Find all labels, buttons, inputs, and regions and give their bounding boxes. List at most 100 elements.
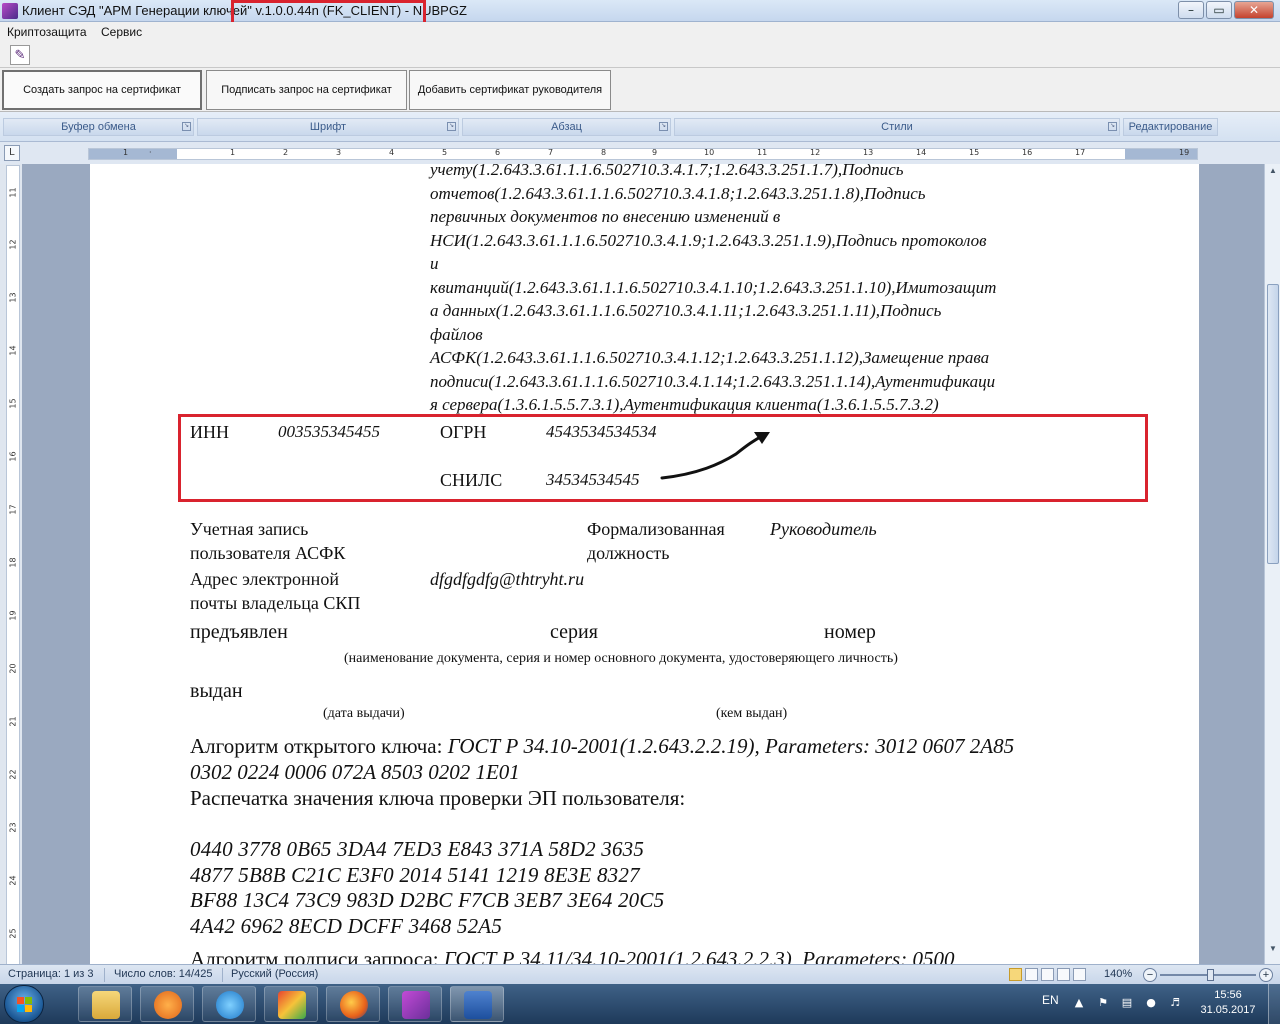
ruler-number: 13 — [863, 148, 874, 157]
page-status[interactable]: Страница: 1 из 3 — [8, 968, 94, 980]
fullscreen-view-icon[interactable] — [1025, 968, 1038, 981]
ribbon-group-styles[interactable]: Стили ↘ — [674, 118, 1120, 136]
ruler-number: 6 — [495, 148, 501, 157]
status-bar: Страница: 1 из 3 Число слов: 14/425 Русс… — [0, 964, 1280, 984]
window-controls: – ▭ ✕ — [1178, 1, 1274, 19]
email-label-line1: Адрес электронной — [190, 569, 339, 589]
text-line: учету(1.2.643.3.61.1.1.6.502710.3.4.1.7;… — [430, 164, 904, 179]
network-icon[interactable]: ▤ — [1120, 996, 1134, 1010]
taskbar-ie[interactable] — [202, 986, 256, 1022]
ribbon-group-label: Буфер обмена — [61, 121, 136, 133]
input-language[interactable]: EN — [1042, 993, 1059, 1007]
media-player-icon — [154, 991, 182, 1019]
ribbon-group-label: Абзац — [551, 121, 582, 133]
scroll-up-icon[interactable]: ▲ — [1267, 166, 1279, 178]
zoom-slider-thumb[interactable] — [1207, 969, 1214, 981]
print-layout-view-icon[interactable] — [1009, 968, 1022, 981]
create-request-button[interactable]: Создать запрос на сертификат — [2, 70, 202, 110]
zoom-out-icon[interactable]: − — [1143, 968, 1157, 982]
outline-view-icon[interactable] — [1057, 968, 1070, 981]
minimize-button[interactable]: – — [1178, 1, 1204, 19]
ruler-number: 24 — [8, 875, 18, 886]
ruler-number: 2 — [283, 148, 289, 157]
windows-logo-icon — [17, 997, 33, 1013]
dialog-launcher-icon[interactable]: ↘ — [447, 122, 456, 131]
book-icon[interactable]: ✎ — [10, 45, 30, 65]
ribbon-group-font[interactable]: Шрифт ↘ — [197, 118, 459, 136]
menu-item-crypto[interactable]: Криптозащита — [7, 25, 87, 39]
ruler-number: 16 — [1022, 148, 1033, 157]
web-layout-view-icon[interactable] — [1041, 968, 1054, 981]
account-label-line1: Учетная запись — [190, 519, 309, 539]
taskbar-media-player[interactable] — [140, 986, 194, 1022]
taskbar-word[interactable] — [450, 986, 504, 1022]
window-title-prefix: Клиент СЭД "АРМ Генерации ключей" — [22, 3, 252, 18]
ogrn-label: ОГРН — [440, 422, 487, 442]
ruler-number: 22 — [8, 769, 18, 780]
tab-selector[interactable]: L — [4, 145, 20, 161]
sign-request-button[interactable]: Подписать запрос на сертификат — [206, 70, 407, 110]
clock[interactable]: 15:56 31.05.2017 — [1196, 988, 1260, 1018]
ruler-number: 10 — [704, 148, 715, 157]
position-label-line1: Формализованная — [587, 519, 725, 539]
text-line: подписи(1.2.643.3.61.1.1.6.502710.3.4.1.… — [430, 371, 996, 391]
horizontal-ruler[interactable]: 1 · 1 2 3 4 5 6 7 8 9 10 11 12 13 14 15 … — [88, 148, 1198, 160]
snils-value: 34534534545 — [546, 470, 640, 489]
text-line: и — [430, 254, 439, 273]
dialog-launcher-icon[interactable]: ↘ — [659, 122, 668, 131]
taskbar: EN ▲ ⚑ ▤ ● ♬ 15:56 31.05.2017 — [0, 984, 1280, 1024]
taskbar-explorer[interactable] — [78, 986, 132, 1022]
tray-expand-icon[interactable]: ▲ — [1072, 996, 1086, 1010]
ogrn-value: 4543534534534 — [546, 422, 657, 441]
ruler-number: 18 — [8, 557, 18, 568]
clock-time: 15:56 — [1214, 989, 1242, 1001]
taskbar-firefox[interactable] — [326, 986, 380, 1022]
ruler-number: 9 — [652, 148, 658, 157]
volume-icon[interactable]: ♬ — [1168, 996, 1182, 1010]
vertical-scrollbar[interactable]: ▲ ▼ — [1264, 164, 1280, 964]
ribbon-group-clipboard[interactable]: Буфер обмена ↘ — [3, 118, 194, 136]
series-label: серия — [550, 621, 598, 643]
document-page[interactable]: учету(1.2.643.3.61.1.1.6.502710.3.4.1.7;… — [90, 164, 1199, 964]
close-button[interactable]: ✕ — [1234, 1, 1274, 19]
command-toolbar: Создать запрос на сертификат Подписать з… — [0, 68, 1280, 112]
email-value: dfgdfgdfg@thtryht.ru — [430, 569, 585, 589]
snils-label: СНИЛС — [440, 470, 503, 490]
restore-button[interactable]: ▭ — [1206, 1, 1232, 19]
zoom-level[interactable]: 140% — [1104, 968, 1132, 980]
dialog-launcher-icon[interactable]: ↘ — [1108, 122, 1117, 131]
language-status[interactable]: Русский (Россия) — [231, 968, 318, 980]
scrollbar-thumb[interactable] — [1267, 284, 1279, 564]
taskbar-app-tools[interactable] — [264, 986, 318, 1022]
ribbon-group-paragraph[interactable]: Абзац ↘ — [462, 118, 671, 136]
inn-value: 003535345455 — [278, 422, 380, 441]
ruler-number: 16 — [8, 451, 18, 462]
zoom-in-icon[interactable]: + — [1259, 968, 1273, 982]
position-value: Руководитель — [770, 519, 877, 539]
ruler-number: 5 — [442, 148, 448, 157]
folder-icon — [92, 991, 120, 1019]
draft-view-icon[interactable] — [1073, 968, 1086, 981]
internet-explorer-icon — [216, 991, 244, 1019]
sign-algorithm-label: Алгоритм подписи запроса: — [190, 947, 444, 964]
show-desktop-button[interactable] — [1268, 984, 1280, 1024]
ruler-number: 15 — [969, 148, 980, 157]
flag-icon[interactable]: ⚑ — [1096, 996, 1110, 1010]
taskbar-keygen-app[interactable] — [388, 986, 442, 1022]
scroll-down-icon[interactable]: ▼ — [1267, 944, 1279, 956]
sign-algorithm-value: ГОСТ Р 34.11/34.10-2001(1.2.643.2.2.3), … — [443, 947, 955, 964]
certificate-purposes-text: учету(1.2.643.3.61.1.1.6.502710.3.4.1.7;… — [430, 164, 1130, 417]
start-button[interactable] — [4, 985, 44, 1023]
ruler-number: 23 — [8, 822, 18, 833]
dialog-launcher-icon[interactable]: ↘ — [182, 122, 191, 131]
ruler-number: 25 — [8, 928, 18, 939]
vertical-ruler[interactable]: 11 12 13 14 15 16 17 18 19 20 21 22 23 2… — [6, 165, 20, 965]
add-manager-cert-button[interactable]: Добавить сертификат руководителя — [409, 70, 611, 110]
email-label-line2: почты владельца СКП — [190, 593, 361, 613]
menu-item-service[interactable]: Сервис — [101, 25, 142, 39]
text-line: а данных(1.2.643.3.61.1.1.6.502710.3.4.1… — [430, 301, 942, 320]
word-count[interactable]: Число слов: 14/425 — [114, 968, 212, 980]
firefox-icon — [340, 991, 368, 1019]
ribbon-group-editing[interactable]: Редактирование — [1123, 118, 1218, 136]
tray-app-icon[interactable]: ● — [1144, 996, 1158, 1010]
